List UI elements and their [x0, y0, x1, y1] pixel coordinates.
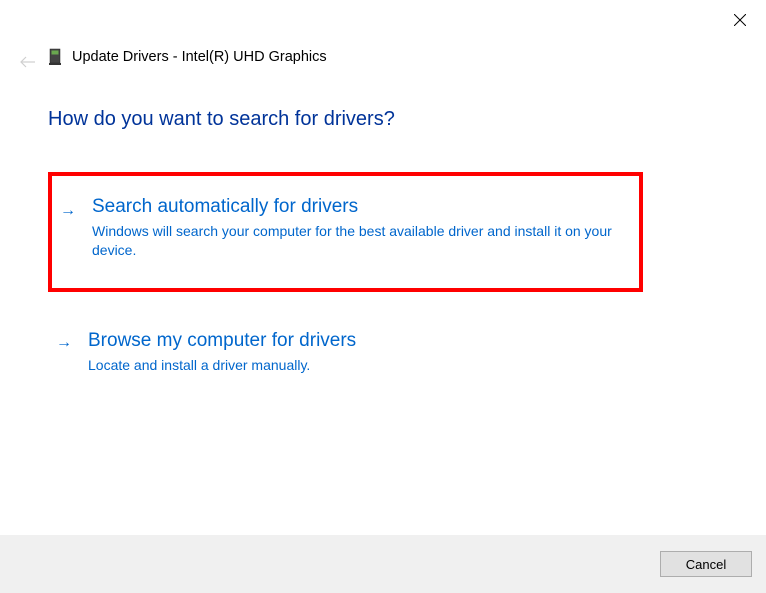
option-title: Browse my computer for drivers — [88, 330, 633, 352]
arrow-left-icon — [19, 56, 37, 68]
option-browse-computer[interactable]: → Browse my computer for drivers Locate … — [48, 316, 643, 389]
arrow-right-icon: → — [60, 202, 76, 220]
option-search-automatically[interactable]: → Search automatically for drivers Windo… — [48, 172, 643, 292]
footer-bar: Cancel — [0, 535, 766, 593]
close-icon — [734, 14, 746, 26]
title-row: Update Drivers - Intel(R) UHD Graphics — [48, 48, 327, 66]
device-icon — [48, 48, 62, 66]
option-description: Locate and install a driver manually. — [88, 356, 633, 375]
cancel-button[interactable]: Cancel — [660, 551, 752, 577]
window-title: Update Drivers - Intel(R) UHD Graphics — [72, 49, 327, 65]
page-heading: How do you want to search for drivers? — [48, 108, 395, 131]
back-button — [16, 50, 40, 74]
close-button[interactable] — [728, 8, 752, 32]
arrow-right-icon: → — [56, 334, 72, 352]
option-title: Search automatically for drivers — [92, 196, 625, 218]
option-description: Windows will search your computer for th… — [92, 222, 625, 260]
